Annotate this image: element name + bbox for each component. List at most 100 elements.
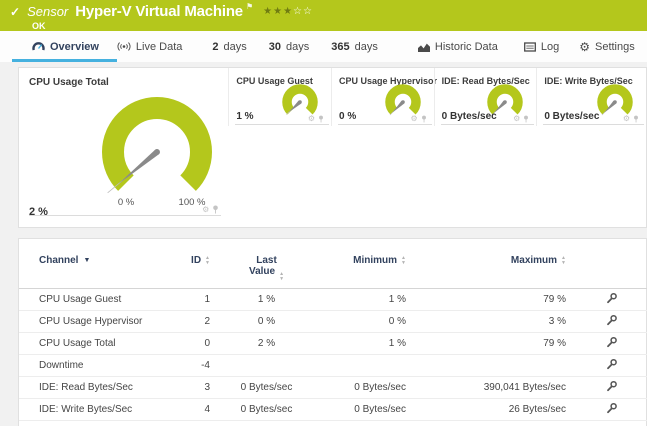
gear-icon[interactable]: ⚙	[623, 115, 630, 123]
sort-icon: ▲ ▼	[561, 255, 566, 266]
gauge-value: 0 %	[339, 111, 357, 122]
channel-name[interactable]: CPU Usage Total	[19, 332, 174, 355]
channel-name[interactable]: IDE: Read Bytes/Sec	[19, 376, 174, 399]
channel-last-value: 1 %	[214, 288, 319, 311]
column-header-id[interactable]: ID ▲ ▼	[174, 239, 214, 289]
pin-icon[interactable]	[523, 115, 529, 123]
sort-icon: ▲ ▼	[205, 255, 210, 266]
sort-desc-icon: ▼	[83, 257, 91, 264]
sensor-title: Hyper-V Virtual Machine	[75, 3, 243, 20]
star-icon[interactable]: ★	[283, 6, 293, 17]
channel-id: -4	[174, 354, 214, 377]
tab-label: Historic Data	[434, 40, 498, 53]
channel-minimum: 1 %	[319, 288, 424, 311]
gauge-value: 0 Bytes/sec	[544, 111, 600, 122]
pin-icon[interactable]	[318, 115, 324, 123]
channel-minimum: 0 Bytes/sec	[319, 398, 424, 421]
tab-log[interactable]: Log	[520, 31, 563, 62]
sensor-tabbar: Overview Live Data 2 days 30 days 365 da…	[0, 31, 647, 62]
divider	[29, 215, 222, 216]
channel-last-value	[214, 354, 319, 377]
channel-id: 0	[174, 332, 214, 355]
tab-2-days[interactable]: 2 days	[208, 31, 250, 62]
channel-minimum	[319, 354, 424, 377]
channel-name[interactable]: CPU Usage Hypervisor	[19, 310, 174, 333]
gauge-tile-ide-write: IDE: Write Bytes/Sec 0 Bytes/sec ⚙	[536, 68, 646, 126]
gear-icon[interactable]: ⚙	[202, 205, 209, 214]
pin-icon[interactable]	[212, 205, 219, 214]
gauge-value: 1 %	[236, 111, 254, 122]
channel-id: 4	[174, 398, 214, 421]
gear-icon[interactable]: ⚙	[308, 115, 315, 123]
channel-minimum: 0 Bytes/sec	[319, 376, 424, 399]
pin-icon[interactable]	[421, 115, 427, 123]
edit-channel-wrench-icon[interactable]	[606, 402, 618, 417]
log-icon	[523, 41, 536, 52]
gauge-icon	[32, 41, 45, 53]
sort-icon: ▲ ▼	[401, 255, 406, 266]
edit-channel-wrench-icon[interactable]	[606, 380, 618, 395]
sort-icon: ▲ ▼	[279, 271, 285, 282]
status-check-icon: ✓	[10, 4, 21, 19]
chart-icon	[417, 42, 430, 52]
channel-last-value: 0 Bytes/sec	[214, 376, 319, 399]
tab-live-data[interactable]: Live Data	[113, 31, 186, 62]
column-header-minimum[interactable]: Minimum ▲ ▼	[319, 239, 424, 289]
channel-maximum: 79 %	[424, 332, 584, 355]
edit-channel-wrench-icon[interactable]	[606, 292, 618, 307]
table-row: CPU Usage Total 0 2 % 1 % 79 %	[19, 332, 647, 355]
column-header-maximum[interactable]: Maximum ▲ ▼	[424, 239, 584, 289]
tab-label: Settings	[594, 40, 635, 53]
gear-icon[interactable]: ⚙	[411, 115, 418, 123]
channel-maximum: 3 %	[424, 310, 584, 333]
gear-icon[interactable]: ⚙	[513, 115, 520, 123]
divider	[338, 124, 432, 125]
pin-icon[interactable]	[633, 115, 639, 123]
gauge-tile-cpu-usage-guest: CPU Usage Guest 1 % ⚙	[228, 68, 331, 126]
overview-gauges-panel: CPU Usage Total 0 % 100 % 2 % ⚙ CPU Usag…	[18, 67, 647, 228]
tab-label: days	[286, 40, 310, 53]
channel-maximum: 26 Bytes/sec	[424, 398, 584, 421]
tab-historic-data[interactable]: Historic Data	[414, 31, 502, 62]
gauge-scale-min: 0 %	[117, 197, 135, 208]
channel-minimum: 1 %	[319, 332, 424, 355]
column-header-last-value[interactable]: Last Value ▲ ▼	[214, 239, 319, 289]
channel-name[interactable]: IDE: Write Bytes/Sec	[19, 398, 174, 421]
tab-label: days	[223, 40, 247, 53]
object-kind-label: Sensor	[27, 4, 69, 19]
table-row: IDE: Write Bytes/Sec 4 0 Bytes/sec 0 Byt…	[19, 398, 647, 421]
divider	[543, 124, 644, 125]
gauge-value: 0 Bytes/sec	[441, 111, 497, 122]
channel-name[interactable]: Downtime	[19, 354, 174, 377]
channel-name[interactable]: CPU Usage Guest	[19, 288, 174, 311]
priority-stars[interactable]: ★★★☆☆	[263, 6, 313, 17]
edit-channel-wrench-icon[interactable]	[606, 358, 618, 373]
star-icon[interactable]: ☆	[303, 6, 313, 17]
gauge-tile-cpu-usage-total: CPU Usage Total 0 % 100 % 2 % ⚙	[19, 68, 228, 227]
channel-maximum	[424, 354, 584, 377]
table-row: IDE: Read Bytes/Sec 3 0 Bytes/sec 0 Byte…	[19, 376, 647, 399]
edit-channel-wrench-icon[interactable]	[606, 336, 618, 351]
tab-overview[interactable]: Overview	[12, 31, 117, 62]
tab-365-days[interactable]: 365 days	[327, 31, 382, 62]
channel-last-value: 0 Bytes/sec	[214, 398, 319, 421]
table-row: Downtime -4	[19, 354, 647, 377]
star-icon[interactable]: ★	[273, 6, 283, 17]
channel-last-value: 0 %	[214, 310, 319, 333]
channel-minimum: 0 %	[319, 310, 424, 333]
table-header-row: Channel ▼ ID ▲ ▼ Last Value ▲ ▼ Minimum ▲ ▼ Maxi…	[19, 239, 647, 289]
gauge-tile-cpu-usage-hypervisor: CPU Usage Hypervisor 0 % ⚙	[331, 68, 437, 126]
broadcast-icon	[117, 41, 131, 52]
divider	[235, 124, 329, 125]
channel-table-panel: Channel ▼ ID ▲ ▼ Last Value ▲ ▼ Minimum ▲ ▼ Maxi…	[18, 238, 647, 426]
channel-table: Channel ▼ ID ▲ ▼ Last Value ▲ ▼ Minimum ▲ ▼ Maxi…	[19, 239, 647, 421]
tab-30-days[interactable]: 30 days	[265, 31, 314, 62]
status-badge: OK	[32, 21, 46, 31]
column-header-channel[interactable]: Channel ▼	[19, 239, 174, 289]
flag-icon[interactable]: ⚑	[246, 2, 253, 11]
sensor-status-banner: ✓ Sensor Hyper-V Virtual Machine ⚑ ★★★☆☆…	[0, 0, 647, 31]
edit-channel-wrench-icon[interactable]	[606, 314, 618, 329]
star-icon[interactable]: ☆	[293, 6, 303, 17]
tab-settings[interactable]: ⚙ Settings	[575, 31, 639, 62]
star-icon[interactable]: ★	[263, 6, 273, 17]
